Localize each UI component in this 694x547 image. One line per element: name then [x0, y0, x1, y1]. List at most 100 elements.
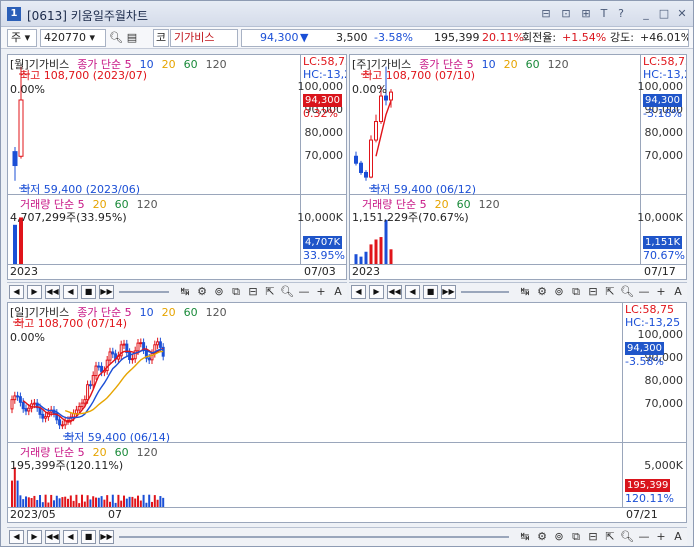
- candle-body: [108, 351, 112, 361]
- market-select[interactable]: 주 ▾: [7, 29, 37, 47]
- scroll-left-button[interactable]: ◀: [9, 285, 24, 299]
- ma-period-60: 60: [183, 58, 198, 71]
- volume-bar: [86, 495, 89, 507]
- y-tick: 70,000: [644, 397, 684, 411]
- window-icon[interactable]: ⊟: [245, 284, 261, 300]
- scroll-track[interactable]: [461, 291, 509, 293]
- layout-icon[interactable]: ⊟: [539, 7, 553, 21]
- volume-bar: [27, 497, 30, 507]
- next-button[interactable]: ▶▶: [99, 530, 114, 544]
- text-size-icon[interactable]: A: [670, 284, 686, 300]
- zoom-in-icon[interactable]: +: [653, 284, 669, 300]
- indicator-icon[interactable]: ⊚: [211, 284, 227, 300]
- zoom-icon[interactable]: 🔍︎: [619, 284, 635, 300]
- next-button[interactable]: ▶▶: [99, 285, 114, 299]
- prev-button[interactable]: ◀: [63, 530, 78, 544]
- zoom-out-icon[interactable]: —: [636, 529, 652, 545]
- text-icon[interactable]: T: [597, 7, 611, 21]
- candle-body: [139, 342, 143, 345]
- volume-plot[interactable]: 거래량 단순 5 20 60 120 4,707,299주(33.95%): [8, 195, 300, 264]
- minimize-icon[interactable]: _: [639, 7, 653, 21]
- zoom-in-icon[interactable]: +: [313, 284, 329, 300]
- y-tick: 70,000: [304, 149, 344, 163]
- volume-bar: [69, 495, 72, 507]
- scroll-left-button[interactable]: ◀: [351, 285, 366, 299]
- prev-button[interactable]: ◀: [63, 285, 78, 299]
- volume-bar: [354, 254, 358, 264]
- price-axis[interactable]: LC:58,75HC:-13,2100,00090,00080,00070,00…: [298, 55, 346, 195]
- prev-button[interactable]: ◀: [405, 285, 420, 299]
- app-icon: 1: [7, 7, 21, 21]
- zoom-out-icon[interactable]: —: [636, 284, 652, 300]
- menu-icon[interactable]: ▤: [124, 29, 140, 47]
- stop-button[interactable]: ■: [81, 530, 96, 544]
- candle-body: [41, 413, 45, 419]
- price-axis[interactable]: LC:58,75 HC:-13,25 100,000 90,000 80,000 70,0…: [622, 303, 686, 443]
- next-button[interactable]: ▶▶: [441, 285, 456, 299]
- volume-bar: [92, 496, 95, 507]
- stop-button[interactable]: ■: [81, 285, 96, 299]
- overlay-icon[interactable]: ⧉: [568, 529, 584, 545]
- reset-icon[interactable]: ⇱: [602, 284, 618, 300]
- zoom-out-icon[interactable]: —: [296, 284, 312, 300]
- volume-plot[interactable]: 거래량 단순 5 20 60 120 195,399주(120.11%): [8, 443, 622, 507]
- settings-icon[interactable]: ⚙: [534, 529, 550, 545]
- candle-body: [60, 424, 64, 427]
- price-axis[interactable]: LC:58,75HC:-13,2100,00090,00080,00070,00…: [638, 55, 686, 195]
- ma-period-120: 120: [205, 58, 227, 71]
- volume-bar: [13, 224, 17, 264]
- volume-pct: 20.11%: [482, 31, 524, 44]
- range-icon[interactable]: ↹: [517, 284, 533, 300]
- price-tag: 94,300: [643, 93, 682, 107]
- volume-bar: [44, 494, 47, 507]
- scroll-left-button[interactable]: ◀: [9, 530, 24, 544]
- text-size-icon[interactable]: A: [670, 529, 686, 545]
- vol-tick: 5,000K: [644, 459, 683, 472]
- help-icon[interactable]: ?: [614, 7, 628, 21]
- candle-body: [158, 341, 162, 348]
- first-button[interactable]: ◀◀: [387, 285, 402, 299]
- lc-label: LC:58,75: [643, 55, 686, 68]
- window-icon[interactable]: ⊟: [585, 284, 601, 300]
- text-size-icon[interactable]: A: [330, 284, 346, 300]
- scroll-right-button[interactable]: ▶: [369, 285, 384, 299]
- candle-body: [86, 384, 90, 401]
- close-icon[interactable]: ✕: [675, 7, 689, 21]
- zoom-icon[interactable]: 🔍︎: [279, 284, 295, 300]
- grid-icon[interactable]: ⊞: [579, 7, 593, 21]
- stop-button[interactable]: ■: [423, 285, 438, 299]
- range-icon[interactable]: ↹: [177, 284, 193, 300]
- price-tag: 94,300: [303, 93, 342, 107]
- settings-icon[interactable]: ⚙: [194, 284, 210, 300]
- overlay-icon[interactable]: ⧉: [228, 284, 244, 300]
- price-plot[interactable]: [월]기가비스 종가 단순 5 10 20 60 120 최고 108,700 (2023/…: [8, 55, 300, 196]
- volume-plot[interactable]: 거래량 단순 5 20 60 120 1,151,229주(70.67%): [350, 195, 640, 264]
- price-plot[interactable]: [일]기가비스 종가 단순 5 10 20 60 120 최고 108,700 (07/14…: [8, 303, 622, 444]
- zoom-icon[interactable]: 🔍︎: [619, 529, 635, 545]
- price-plot[interactable]: [주]기가비스 종가 단순 5 10 20 60 120 최고 108,700 (07/10…: [350, 55, 640, 196]
- settings-icon[interactable]: ⚙: [534, 284, 550, 300]
- volume-bar: [131, 496, 134, 507]
- scroll-right-button[interactable]: ▶: [27, 285, 42, 299]
- x-label-end: 07/21: [626, 508, 658, 521]
- volume-bar: [11, 480, 13, 507]
- scroll-track[interactable]: [119, 536, 509, 538]
- range-icon[interactable]: ↹: [517, 529, 533, 545]
- first-button[interactable]: ◀◀: [45, 530, 60, 544]
- reset-icon[interactable]: ⇱: [602, 529, 618, 545]
- indicator-icon[interactable]: ⊚: [551, 529, 567, 545]
- window-icon[interactable]: ⊟: [585, 529, 601, 545]
- copy-icon[interactable]: ⊡: [559, 7, 573, 21]
- search-icon[interactable]: 🔍︎: [108, 29, 124, 47]
- overlay-icon[interactable]: ⧉: [568, 284, 584, 300]
- maximize-icon[interactable]: □: [657, 7, 671, 21]
- first-button[interactable]: ◀◀: [45, 285, 60, 299]
- volume: 195,399: [434, 31, 480, 44]
- scroll-right-button[interactable]: ▶: [27, 530, 42, 544]
- stock-code-input[interactable]: 420770 ▾: [40, 29, 106, 47]
- zoom-in-icon[interactable]: +: [653, 529, 669, 545]
- indicator-icon[interactable]: ⊚: [551, 284, 567, 300]
- scroll-track[interactable]: [119, 291, 169, 293]
- volume-axis: 10,000K 1,151K 70.67%: [637, 195, 686, 264]
- reset-icon[interactable]: ⇱: [262, 284, 278, 300]
